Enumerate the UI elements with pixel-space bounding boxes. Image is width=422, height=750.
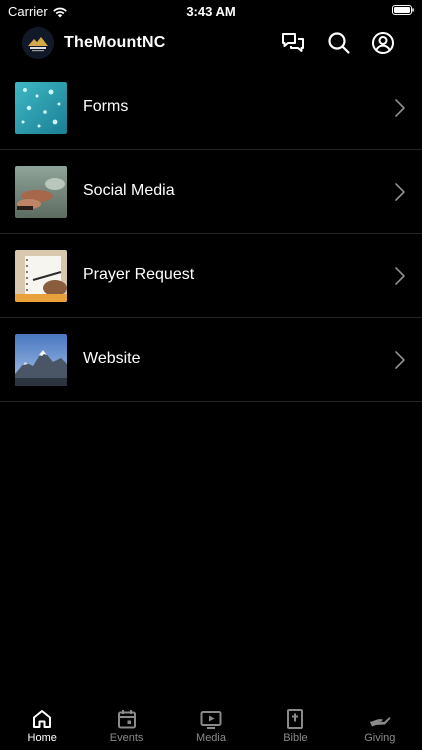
calendar-icon xyxy=(117,710,136,729)
app-title: TheMountNC xyxy=(64,34,166,51)
chevron-right-icon xyxy=(395,99,405,117)
list-item-website[interactable]: Website xyxy=(0,318,422,402)
menu-list: Forms Social Media Prayer Request Websit… xyxy=(0,66,422,402)
chevron-right-icon xyxy=(395,267,405,285)
battery-icon xyxy=(392,5,414,15)
tab-bar: Home Events Media Bible Giving xyxy=(0,700,422,750)
status-bar: Carrier 3:43 AM xyxy=(0,0,422,24)
tab-giving[interactable]: Giving xyxy=(338,700,422,750)
list-item-forms[interactable]: Forms xyxy=(0,66,422,150)
tab-label: Bible xyxy=(283,732,308,744)
list-item-label: Forms xyxy=(83,98,129,115)
water-drops-image xyxy=(15,82,67,134)
bible-icon xyxy=(287,709,304,729)
tab-label: Giving xyxy=(364,732,396,744)
search-icon[interactable] xyxy=(326,30,352,56)
list-item-prayer-request[interactable]: Prayer Request xyxy=(0,234,422,318)
list-item-label: Website xyxy=(83,350,141,367)
mountain-image xyxy=(15,334,67,386)
church-logo-icon[interactable] xyxy=(22,27,54,59)
chat-icon[interactable] xyxy=(280,30,306,56)
tab-label: Media xyxy=(196,732,226,744)
tab-label: Home xyxy=(27,732,57,744)
tab-bible[interactable]: Bible xyxy=(253,700,337,750)
tab-media[interactable]: Media xyxy=(169,700,253,750)
list-item-label: Social Media xyxy=(83,182,175,199)
tab-label: Events xyxy=(109,732,144,744)
chevron-right-icon xyxy=(395,351,405,369)
app-header: TheMountNC xyxy=(0,26,422,62)
list-item-label: Prayer Request xyxy=(83,266,195,283)
home-icon xyxy=(33,710,52,728)
chevron-right-icon xyxy=(395,183,405,201)
play-icon xyxy=(200,711,222,729)
tab-events[interactable]: Events xyxy=(84,700,168,750)
status-time: 3:43 AM xyxy=(186,4,236,19)
account-icon[interactable] xyxy=(370,30,396,56)
list-item-social-media[interactable]: Social Media xyxy=(0,150,422,234)
hands-image xyxy=(15,166,67,218)
giving-hand-icon xyxy=(369,717,391,727)
notebook-image xyxy=(15,250,67,302)
tab-home[interactable]: Home xyxy=(0,700,84,750)
